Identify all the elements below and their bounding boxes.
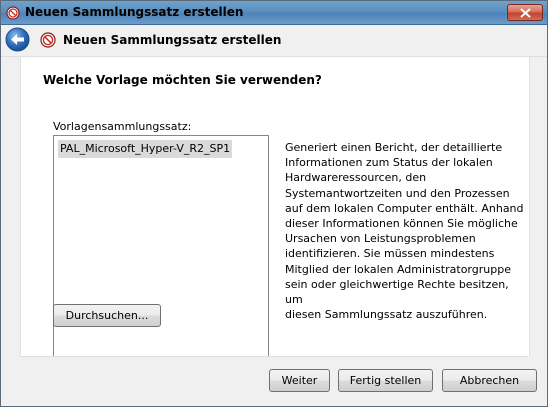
wizard-content: Welche Vorlage möchten Sie verwenden? Vo… xyxy=(20,57,530,357)
finish-button[interactable]: Fertig stellen xyxy=(338,369,433,392)
no-entry-icon xyxy=(40,32,56,48)
next-button[interactable]: Weiter xyxy=(269,369,330,392)
description-line: dieser Informationen können Sie mögliche xyxy=(285,217,518,231)
no-entry-icon xyxy=(6,5,20,20)
description-line: Generiert einen Bericht, der detailliert… xyxy=(285,141,503,154)
window-title: Neuen Sammlungssatz erstellen xyxy=(25,5,244,19)
description-line: identifizieren. Sie müssen mindestens xyxy=(285,247,495,261)
close-button[interactable] xyxy=(507,4,543,21)
browse-button[interactable]: Durchsuchen... xyxy=(53,304,161,327)
close-x-icon xyxy=(520,8,531,18)
description-line: Hardwareressourcen, den xyxy=(285,171,427,185)
cancel-button[interactable]: Abbrechen xyxy=(442,369,537,392)
template-list-item[interactable]: PAL_Microsoft_Hyper-V_R2_SP1 xyxy=(58,140,233,158)
description-line: Mitglied der lokalen Administratorgruppe xyxy=(285,262,511,276)
back-arrow-icon xyxy=(5,27,30,52)
description-line: Systemantwortzeiten und den Prozessen xyxy=(285,186,510,200)
template-description: Generiert einen Bericht, der detailliert… xyxy=(285,140,525,322)
back-button[interactable] xyxy=(5,27,30,52)
title-bar[interactable]: Neuen Sammlungssatz erstellen xyxy=(1,1,547,25)
page-question: Welche Vorlage möchten Sie verwenden? xyxy=(43,73,322,87)
description-line: Informationen zum Status der lokalen xyxy=(285,156,493,170)
description-line: auf dem lokalen Computer enthält. Anhand xyxy=(285,201,524,215)
wizard-title: Neuen Sammlungssatz erstellen xyxy=(63,33,282,47)
template-list-label: Vorlagensammlungssatz: xyxy=(53,120,192,133)
footer-divider xyxy=(20,356,528,357)
wizard-header: Neuen Sammlungssatz erstellen xyxy=(1,25,547,57)
dialog-window: Neuen Sammlungssatz erstellen Neuen Samm… xyxy=(0,0,548,407)
description-line: diesen Sammlungssatz auszuführen. xyxy=(285,308,488,322)
description-line: sein oder gleichwertige Rechte besitzen,… xyxy=(285,277,509,307)
description-line: Ursachen von Leistungsproblemen xyxy=(285,232,476,246)
